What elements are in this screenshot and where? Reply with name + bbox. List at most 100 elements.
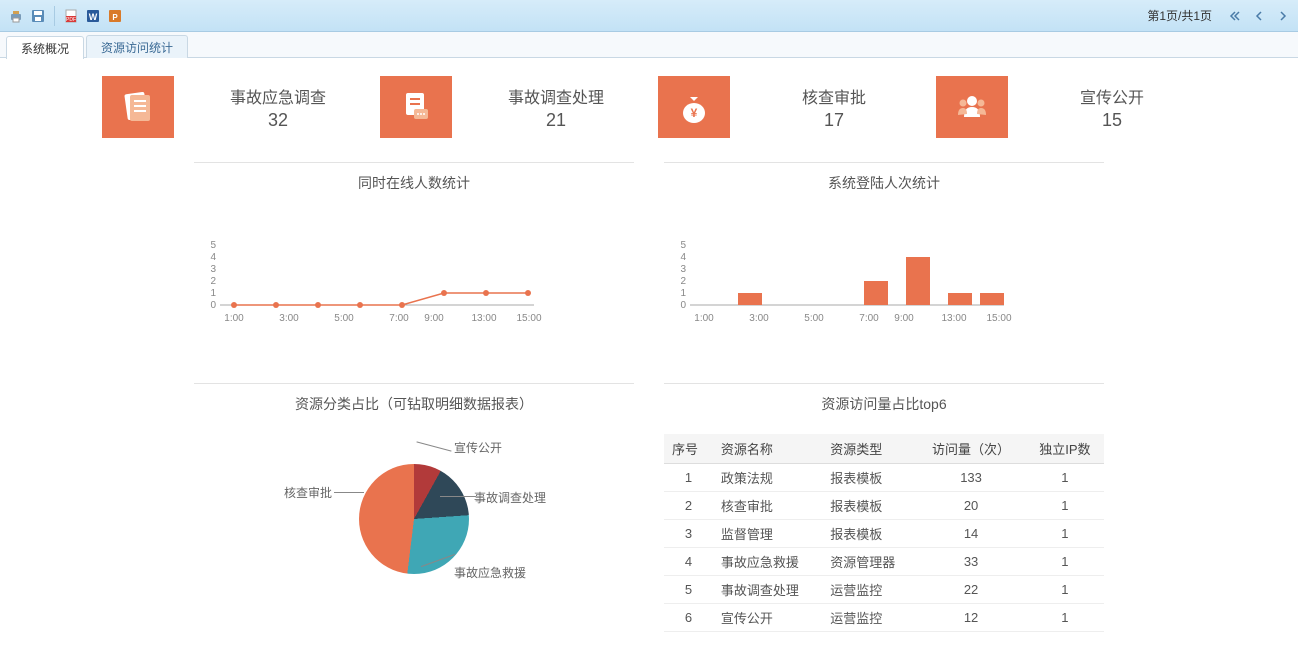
cell-hits: 20 xyxy=(916,492,1025,520)
lower-row: 资源分类占比（可钻取明细数据报表） 宣传公开 事故调查处理 事故应急救援 核查审… xyxy=(60,383,1238,632)
svg-text:15:00: 15:00 xyxy=(986,313,1011,324)
th-ips: 独立IP数 xyxy=(1026,434,1104,464)
page-info: 第1页/共1页 xyxy=(1147,7,1212,24)
svg-text:5: 5 xyxy=(210,240,216,251)
svg-text:9:00: 9:00 xyxy=(424,313,444,324)
stat-value: 15 xyxy=(1028,110,1196,131)
stat-card-publicity: 宣传公开 15 xyxy=(936,76,1196,138)
pie-label-process: 事故调查处理 xyxy=(474,489,546,506)
cell-name: 监督管理 xyxy=(713,520,822,548)
table-row[interactable]: 3监督管理报表模板141 xyxy=(664,520,1104,548)
pie-label-audit: 核查审批 xyxy=(284,484,332,501)
toolbar: PDF W P 第1页/共1页 xyxy=(0,0,1298,32)
pie-chart[interactable]: 宣传公开 事故调查处理 事故应急救援 核查审批 xyxy=(194,434,634,604)
line-chart-online: 543210 1:003:005:007:009:0013:0015:00 xyxy=(194,233,634,353)
svg-text:3: 3 xyxy=(210,264,216,275)
cell-idx: 2 xyxy=(664,492,713,520)
svg-text:0: 0 xyxy=(210,300,216,311)
first-page-button[interactable] xyxy=(1226,7,1244,25)
cell-name: 核查审批 xyxy=(713,492,822,520)
th-type: 资源类型 xyxy=(822,434,916,464)
stat-text: 核查审批 17 xyxy=(750,84,918,131)
cell-name: 事故应急救援 xyxy=(713,548,822,576)
svg-text:3: 3 xyxy=(680,264,686,275)
svg-text:1: 1 xyxy=(680,288,686,299)
svg-text:7:00: 7:00 xyxy=(859,313,879,324)
svg-text:2: 2 xyxy=(210,276,216,287)
table-row[interactable]: 5事故调查处理运营监控221 xyxy=(664,576,1104,604)
word-export-icon[interactable]: W xyxy=(83,6,103,26)
table-header-row: 序号 资源名称 资源类型 访问量（次） 独立IP数 xyxy=(664,434,1104,464)
save-icon[interactable] xyxy=(28,6,48,26)
cell-hits: 22 xyxy=(916,576,1025,604)
toolbar-right: 第1页/共1页 xyxy=(1147,7,1292,25)
pie-line xyxy=(440,496,476,497)
stat-card-audit: ¥ 核查审批 17 xyxy=(658,76,918,138)
stat-card-investigation: 事故应急调查 32 xyxy=(102,76,362,138)
cell-name: 政策法规 xyxy=(713,464,822,492)
svg-text:P: P xyxy=(112,13,118,22)
th-hits: 访问量（次） xyxy=(916,434,1025,464)
pie-label-rescue: 事故应急救援 xyxy=(454,564,526,581)
svg-text:PDF: PDF xyxy=(66,17,76,23)
cell-idx: 6 xyxy=(664,604,713,632)
cell-idx: 1 xyxy=(664,464,713,492)
tab-system-overview[interactable]: 系统概况 xyxy=(6,36,84,59)
table-row[interactable]: 1政策法规报表模板1331 xyxy=(664,464,1104,492)
top6-table: 序号 资源名称 资源类型 访问量（次） 独立IP数 1政策法规报表模板13312… xyxy=(664,434,1104,632)
table-row[interactable]: 4事故应急救援资源管理器331 xyxy=(664,548,1104,576)
svg-text:4: 4 xyxy=(680,252,686,263)
cell-type: 运营监控 xyxy=(822,604,916,632)
table-panel: 资源访问量占比top6 序号 资源名称 资源类型 访问量（次） 独立IP数 1政… xyxy=(664,383,1104,632)
cell-type: 报表模板 xyxy=(822,492,916,520)
stat-title: 事故调查处理 xyxy=(472,84,640,108)
pdf-export-icon[interactable]: PDF xyxy=(61,6,81,26)
svg-text:7:00: 7:00 xyxy=(389,313,409,324)
stat-value: 17 xyxy=(750,110,918,131)
print-icon[interactable] xyxy=(6,6,26,26)
th-idx: 序号 xyxy=(664,434,713,464)
prev-page-button[interactable] xyxy=(1250,7,1268,25)
svg-text:1: 1 xyxy=(210,288,216,299)
chart-title: 同时在线人数统计 xyxy=(194,173,634,193)
cell-hits: 12 xyxy=(916,604,1025,632)
svg-text:4: 4 xyxy=(210,252,216,263)
cell-type: 报表模板 xyxy=(822,520,916,548)
chart-row: 同时在线人数统计 543210 1:003:005:007:009:0013:0… xyxy=(60,162,1238,353)
cell-ips: 1 xyxy=(1026,520,1104,548)
svg-text:5:00: 5:00 xyxy=(334,313,354,324)
svg-text:3:00: 3:00 xyxy=(279,313,299,324)
stat-text: 宣传公开 15 xyxy=(1028,84,1196,131)
chart-panel-logins: 系统登陆人次统计 543210 1:003:005:007:009:0013:0… xyxy=(664,162,1104,353)
next-page-button[interactable] xyxy=(1274,7,1292,25)
cell-ips: 1 xyxy=(1026,492,1104,520)
svg-text:5: 5 xyxy=(680,240,686,251)
bar-chart-logins: 543210 1:003:005:007:009:0013:0015:00 xyxy=(664,233,1104,353)
stat-card-processing: 事故调查处理 21 xyxy=(380,76,640,138)
document-list-icon xyxy=(102,76,174,138)
toolbar-divider xyxy=(54,6,55,26)
pie-line xyxy=(416,441,451,451)
cell-type: 报表模板 xyxy=(822,464,916,492)
ppt-export-icon[interactable]: P xyxy=(105,6,125,26)
pie-label-promote: 宣传公开 xyxy=(454,439,502,456)
group-icon xyxy=(936,76,1008,138)
svg-text:3:00: 3:00 xyxy=(749,313,769,324)
svg-text:0: 0 xyxy=(680,300,686,311)
svg-text:1:00: 1:00 xyxy=(224,313,244,324)
cell-ips: 1 xyxy=(1026,548,1104,576)
chart-title: 资源访问量占比top6 xyxy=(664,394,1104,414)
main-content: 事故应急调查 32 事故调查处理 21 ¥ 核查审批 17 xyxy=(0,58,1298,650)
chart-panel-online: 同时在线人数统计 543210 1:003:005:007:009:0013:0… xyxy=(194,162,634,353)
cell-idx: 4 xyxy=(664,548,713,576)
tab-resource-stats[interactable]: 资源访问统计 xyxy=(86,35,188,58)
cell-ips: 1 xyxy=(1026,576,1104,604)
stat-text: 事故调查处理 21 xyxy=(472,84,640,131)
table-row[interactable]: 2核查审批报表模板201 xyxy=(664,492,1104,520)
table-row[interactable]: 6宣传公开运营监控121 xyxy=(664,604,1104,632)
stat-row: 事故应急调查 32 事故调查处理 21 ¥ 核查审批 17 xyxy=(60,76,1238,138)
money-bag-icon: ¥ xyxy=(658,76,730,138)
toolbar-left: PDF W P xyxy=(6,6,125,26)
cell-type: 资源管理器 xyxy=(822,548,916,576)
svg-text:13:00: 13:00 xyxy=(941,313,966,324)
